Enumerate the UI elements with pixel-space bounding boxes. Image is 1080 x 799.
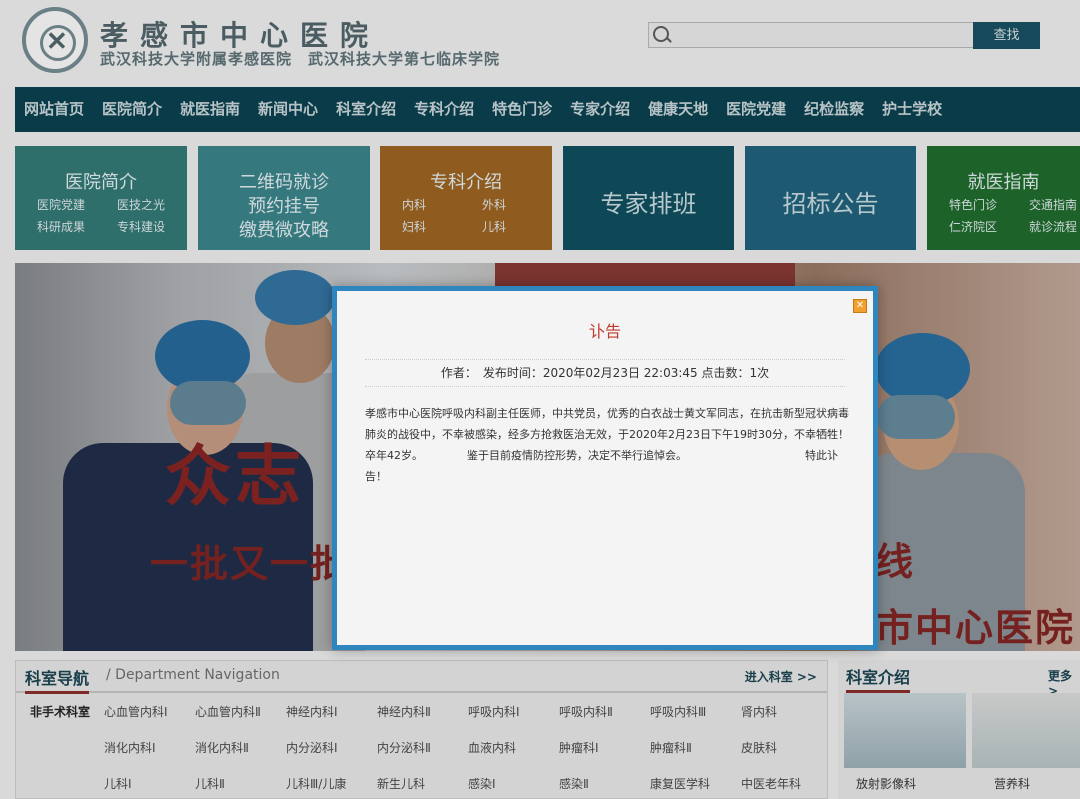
dept-link[interactable]: 新生儿科 (377, 775, 425, 792)
dept-link[interactable]: 儿科Ⅰ (104, 775, 132, 792)
tile-title: 专科介绍 (430, 172, 502, 193)
dept-link[interactable]: 消化内科Ⅱ (195, 739, 249, 756)
dept-link[interactable]: 感染Ⅰ (468, 775, 496, 792)
dept-thumbnail[interactable] (844, 693, 966, 768)
banner-figure (877, 395, 955, 439)
tile-link[interactable]: 仁济院区 (949, 218, 997, 235)
dept-row-label: 非手术科室 (30, 705, 91, 719)
dept-link[interactable]: 儿科Ⅱ (195, 775, 225, 792)
banner-slogan: 线 (875, 539, 914, 584)
search-icon (653, 26, 669, 42)
dept-header: 科室导航 / Department Navigation 进入科室 >> (16, 661, 827, 694)
tile-big-label: 专家排班 (600, 190, 697, 218)
tile-title: 医院简介 (65, 172, 137, 193)
nav-item-news[interactable]: 新闻中心 (249, 87, 327, 132)
modal-body: 孝感市中心医院呼吸内科副主任医师，中共党员，优秀的白衣战士黄文军同志，在抗击新型… (365, 403, 849, 487)
dept-link[interactable]: 内分泌科Ⅱ (377, 739, 431, 756)
nav-item-home[interactable]: 网站首页 (15, 87, 93, 132)
department-intro: 科室介绍 更多> 放射影像科 营养科 (838, 660, 1080, 799)
tile-big-label: 招标公告 (782, 190, 879, 218)
tile-about[interactable]: 医院简介 医院党建 医技之光 科研成果 专科建设 (15, 146, 187, 250)
tile-link[interactable]: 妇科 (402, 218, 426, 235)
enter-departments-link[interactable]: 进入科室 >> (745, 668, 817, 685)
nav-item-inspection[interactable]: 纪检监察 (795, 87, 873, 132)
tile-link[interactable]: 医院党建 (37, 196, 85, 213)
tile-link[interactable]: 专科建设 (117, 218, 165, 235)
dept-link[interactable]: 心血管内科Ⅰ (104, 703, 168, 720)
dept-link[interactable]: 中医老年科 (741, 775, 801, 792)
dept-link[interactable]: 肿瘤科Ⅰ (559, 739, 599, 756)
nav-item-experts[interactable]: 专家介绍 (561, 87, 639, 132)
dept-link[interactable]: 消化内科Ⅰ (104, 739, 156, 756)
tile-expert-schedule[interactable]: 专家排班 (563, 146, 734, 250)
tile-link[interactable]: 交通指南 (1029, 196, 1077, 213)
tile-link[interactable]: 儿科 (482, 218, 506, 235)
search-button[interactable]: 查找 (973, 22, 1040, 49)
tile-link[interactable]: 医技之光 (117, 196, 165, 213)
dept-link[interactable]: 血液内科 (468, 739, 516, 756)
logo-mark-icon: ✕ (46, 27, 68, 57)
nav-item-nursing-school[interactable]: 护士学校 (873, 87, 951, 132)
banner-slogan: 一批又一批 (150, 541, 351, 586)
dept-link[interactable]: 感染Ⅱ (559, 775, 589, 792)
nav-item-clinics[interactable]: 特色门诊 (483, 87, 561, 132)
obituary-modal: ✕ 讣告 作者： 发布时间：2020年02月23日 22:03:45 点击数：1… (332, 286, 878, 650)
dept-link[interactable]: 皮肤科 (741, 739, 777, 756)
tile-link[interactable]: 科研成果 (37, 218, 85, 235)
modal-title: 讣告 (588, 322, 621, 341)
tile-title: 就医指南 (967, 172, 1040, 193)
search-input[interactable] (671, 24, 971, 48)
tile-line: 预约挂号 (248, 196, 320, 217)
quick-tiles: 医院简介 医院党建 医技之光 科研成果 专科建设 二维码就诊 预约挂号 缴费微攻… (15, 146, 1080, 250)
main-nav: 网站首页 医院简介 就医指南 新闻中心 科室介绍 专科介绍 特色门诊 专家介绍 … (15, 87, 1080, 132)
banner-slogan: 众志 (165, 437, 305, 515)
site-subtitle: 武汉科技大学附属孝感医院 武汉科技大学第七临床学院 (100, 50, 501, 68)
dept-link[interactable]: 内分泌科Ⅰ (286, 739, 338, 756)
dept-intro-title: 科室介绍 (846, 664, 911, 693)
modal-body-text: 鉴于目前疫情防控形势，决定不举行追悼会。 (467, 449, 687, 462)
thumbnail-caption[interactable]: 放射影像科 (856, 775, 916, 792)
tile-link[interactable]: 就诊流程 (1029, 218, 1077, 235)
dept-link[interactable]: 肿瘤科Ⅱ (650, 739, 692, 756)
nav-item-departments[interactable]: 科室介绍 (327, 87, 405, 132)
nav-item-about[interactable]: 医院简介 (93, 87, 171, 132)
tile-link[interactable]: 特色门诊 (949, 196, 997, 213)
search-box (648, 22, 974, 48)
tile-qrcode[interactable]: 二维码就诊 预约挂号 缴费微攻略 (198, 146, 370, 250)
tile-specialties[interactable]: 专科介绍 内科 外科 妇科 儿科 (380, 146, 552, 250)
dept-thumbnail[interactable] (972, 693, 1080, 768)
nav-item-guide[interactable]: 就医指南 (171, 87, 249, 132)
dept-link[interactable]: 心血管内科Ⅱ (195, 703, 261, 720)
thumbnail-caption[interactable]: 营养科 (994, 775, 1030, 792)
tile-guide[interactable]: 就医指南 特色门诊 交通指南 仁济院区 就诊流程 (927, 146, 1080, 250)
dept-link[interactable]: 神经内科Ⅰ (286, 703, 338, 720)
dept-link[interactable]: 儿科Ⅲ/儿康 (286, 775, 346, 792)
nav-item-health[interactable]: 健康天地 (639, 87, 717, 132)
tile-line: 二维码就诊 (239, 172, 329, 193)
hospital-logo[interactable]: ✕ (22, 7, 88, 73)
tile-tender-notice[interactable]: 招标公告 (745, 146, 916, 250)
dept-link[interactable]: 呼吸内科Ⅱ (559, 703, 613, 720)
department-navigation: 科室导航 / Department Navigation 进入科室 >> 非手术… (15, 660, 828, 799)
banner-figure (170, 381, 246, 425)
dept-link[interactable]: 神经内科Ⅱ (377, 703, 431, 720)
dept-title: 科室导航 (25, 665, 90, 694)
site-header: ✕ 孝感市中心医院 武汉科技大学附属孝感医院 武汉科技大学第七临床学院 查找 (0, 0, 1080, 86)
banner-figure (255, 270, 335, 325)
dept-link[interactable]: 肾内科 (741, 703, 777, 720)
dept-link[interactable]: 康复医学科 (650, 775, 710, 792)
modal-meta: 作者： 发布时间：2020年02月23日 22:03:45 点击数：1次 (365, 359, 845, 387)
tile-link[interactable]: 外科 (482, 196, 506, 213)
dept-link[interactable]: 呼吸内科Ⅲ (650, 703, 706, 720)
nav-item-specialties[interactable]: 专科介绍 (405, 87, 483, 132)
banner-slogan: 市中心医院 (875, 605, 1076, 650)
nav-item-party[interactable]: 医院党建 (717, 87, 795, 132)
close-icon[interactable]: ✕ (853, 299, 867, 313)
dept-link[interactable]: 呼吸内科Ⅰ (468, 703, 520, 720)
dept-subtitle: / Department Navigation (106, 667, 280, 683)
tile-line: 缴费微攻略 (239, 220, 329, 241)
tile-link[interactable]: 内科 (402, 196, 426, 213)
